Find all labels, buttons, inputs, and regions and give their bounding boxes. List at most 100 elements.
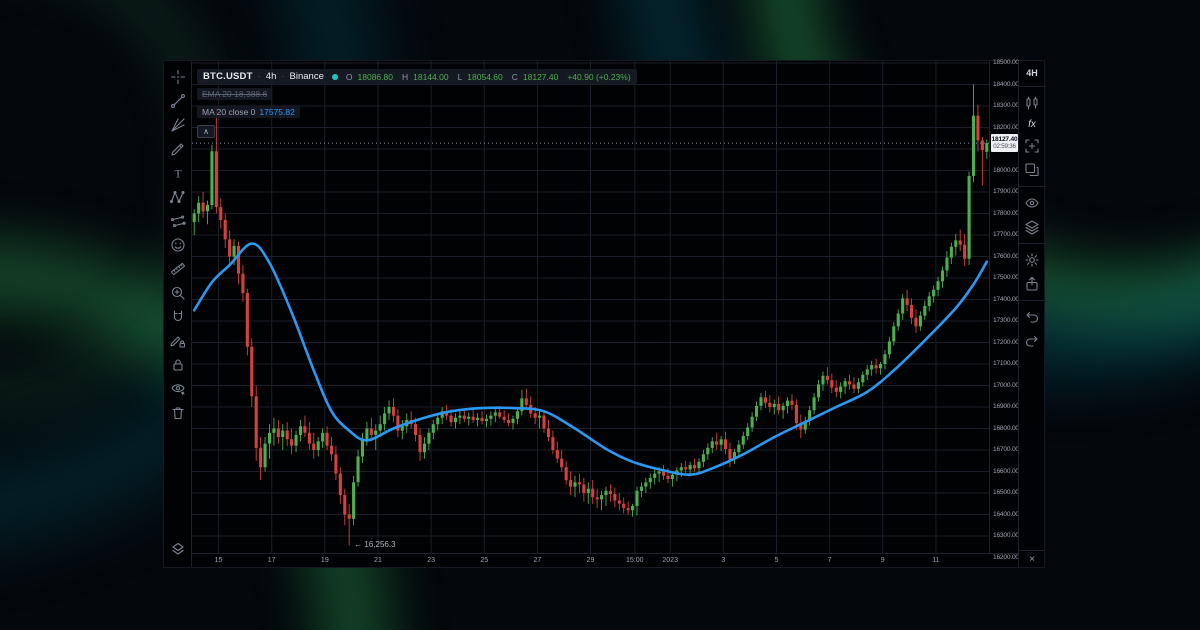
svg-text:T: T	[174, 167, 182, 181]
price-tick-label: 17000.00	[993, 382, 1019, 389]
legend-collapse-button[interactable]: ∧	[197, 125, 215, 138]
chart-type-button[interactable]	[1024, 95, 1040, 111]
ma-value: 17575.82	[259, 107, 294, 117]
price-tick-label: 16700.00	[993, 446, 1019, 453]
price-tick-label: 16800.00	[993, 425, 1019, 432]
interval-4h-button[interactable]: 4H	[1026, 68, 1038, 78]
time-tick-label: 5	[759, 557, 793, 564]
brush-icon[interactable]	[170, 141, 186, 157]
last-price-tag: 18127.40 02:59:36	[991, 134, 1018, 152]
low-price-annotation: ← 16,256.3	[354, 540, 395, 549]
market-status-dot-icon	[332, 74, 338, 80]
sidebar-separator	[1019, 186, 1046, 187]
legend-separator: ·	[258, 71, 261, 82]
price-axis[interactable]: 18127.40 02:59:36 16200.0016300.0016400.…	[989, 61, 1018, 553]
bar-countdown: 02:59:36	[991, 143, 1018, 150]
price-tick-label: 17900.00	[993, 188, 1019, 195]
symbol-name[interactable]: BTC.USDT	[203, 71, 253, 82]
price-tick-label: 16500.00	[993, 489, 1019, 496]
edit-lock-icon[interactable]	[170, 333, 186, 349]
price-tick-label: 17400.00	[993, 296, 1019, 303]
ema-indicator-row[interactable]: EMA 20 18,388.6	[197, 88, 272, 100]
time-tick-label: 29	[574, 557, 608, 564]
interval-label[interactable]: 4h	[266, 71, 277, 82]
price-tick-label: 16300.00	[993, 532, 1019, 539]
high-value: 18144.00	[413, 72, 448, 82]
ma-indicator-row[interactable]: MA 20 close 0 17575.82	[197, 106, 300, 118]
time-tick-label: 23	[414, 557, 448, 564]
ruler-icon[interactable]	[170, 261, 186, 277]
ema-value: 18,388.6	[234, 89, 267, 99]
price-tick-label: 17100.00	[993, 360, 1019, 367]
trend-line-icon[interactable]	[170, 93, 186, 109]
trading-chart-panel: T BTC.USDT · 4h · Binance O 18086.80 H	[163, 60, 1045, 568]
redo-button[interactable]	[1024, 333, 1040, 349]
time-tick-label: 11	[919, 557, 953, 564]
price-tick-label: 18300.00	[993, 102, 1019, 109]
object-tree-icon[interactable]	[170, 541, 186, 557]
legend-separator: ·	[281, 71, 284, 82]
price-tick-label: 17500.00	[993, 274, 1019, 281]
time-tick-label: 25	[467, 557, 501, 564]
close-label: C	[512, 72, 518, 82]
chart-sidebar: 4H fx	[1018, 61, 1045, 550]
low-label: L	[458, 72, 463, 82]
last-price-value: 18127.40	[991, 136, 1018, 143]
emoji-icon[interactable]	[170, 237, 186, 253]
price-tick-label: 18200.00	[993, 124, 1019, 131]
chart-legend: BTC.USDT · 4h · Binance O 18086.80 H 181…	[197, 66, 637, 138]
magnet-icon[interactable]	[170, 309, 186, 325]
time-tick-label: 19	[308, 557, 342, 564]
time-tick-label: 27	[520, 557, 554, 564]
exchange-label: Binance	[290, 71, 324, 82]
sidebar-separator	[1019, 243, 1046, 244]
time-tick-label: 2023	[653, 557, 687, 564]
crosshair-icon[interactable]	[170, 69, 186, 85]
high-label: H	[402, 72, 408, 82]
text-icon[interactable]: T	[170, 165, 186, 181]
open-value: 18086.80	[358, 72, 393, 82]
hide-drawings-button[interactable]	[1024, 195, 1040, 211]
low-value: 18054.60	[467, 72, 502, 82]
ma-label: MA 20 close 0	[202, 107, 255, 117]
indicators-button[interactable]: fx	[1028, 119, 1036, 130]
time-tick-label: 15	[202, 557, 236, 564]
fib-icon[interactable]	[170, 117, 186, 133]
fullscreen-button[interactable]	[1024, 138, 1040, 154]
close-button[interactable]: ×	[1018, 550, 1045, 568]
close-value: 18127.40	[523, 72, 558, 82]
change-value: +40.90 (+0.23%)	[567, 72, 630, 82]
price-tick-label: 18400.00	[993, 81, 1019, 88]
price-tick-label: 17800.00	[993, 210, 1019, 217]
open-label: O	[346, 72, 353, 82]
time-tick-label: 15:00	[618, 557, 652, 564]
price-tick-label: 16600.00	[993, 468, 1019, 475]
xabcd-icon[interactable]	[170, 189, 186, 205]
time-tick-label: 21	[361, 557, 395, 564]
time-tick-label: 9	[866, 557, 900, 564]
object-layers-button[interactable]	[1024, 219, 1040, 235]
share-button[interactable]	[1024, 276, 1040, 292]
drawing-toolbar: T	[164, 61, 192, 567]
settings-button[interactable]	[1024, 252, 1040, 268]
symbol-legend-row[interactable]: BTC.USDT · 4h · Binance O 18086.80 H 181…	[197, 69, 637, 84]
eye-cursor-icon[interactable]	[170, 381, 186, 397]
sidebar-separator	[1019, 86, 1046, 87]
social-card: T BTC.USDT · 4h · Binance O 18086.80 H	[0, 0, 1200, 630]
ema-label: EMA 20	[202, 89, 232, 99]
price-tick-label: 17600.00	[993, 253, 1019, 260]
price-tick-label: 17300.00	[993, 317, 1019, 324]
chart-plot-area[interactable]: BTC.USDT · 4h · Binance O 18086.80 H 181…	[192, 61, 989, 553]
time-axis[interactable]: 151719212325272915:002023357911	[192, 553, 1018, 568]
sidebar-separator	[1019, 300, 1046, 301]
trash-icon[interactable]	[170, 405, 186, 421]
lock-icon[interactable]	[170, 357, 186, 373]
templates-button[interactable]	[1024, 162, 1040, 178]
price-tick-label: 16900.00	[993, 403, 1019, 410]
price-tick-label: 16400.00	[993, 511, 1019, 518]
zoom-in-icon[interactable]	[170, 285, 186, 301]
undo-button[interactable]	[1024, 309, 1040, 325]
channel-icon[interactable]	[170, 213, 186, 229]
time-tick-label: 17	[255, 557, 289, 564]
price-tick-label: 18000.00	[993, 167, 1019, 174]
